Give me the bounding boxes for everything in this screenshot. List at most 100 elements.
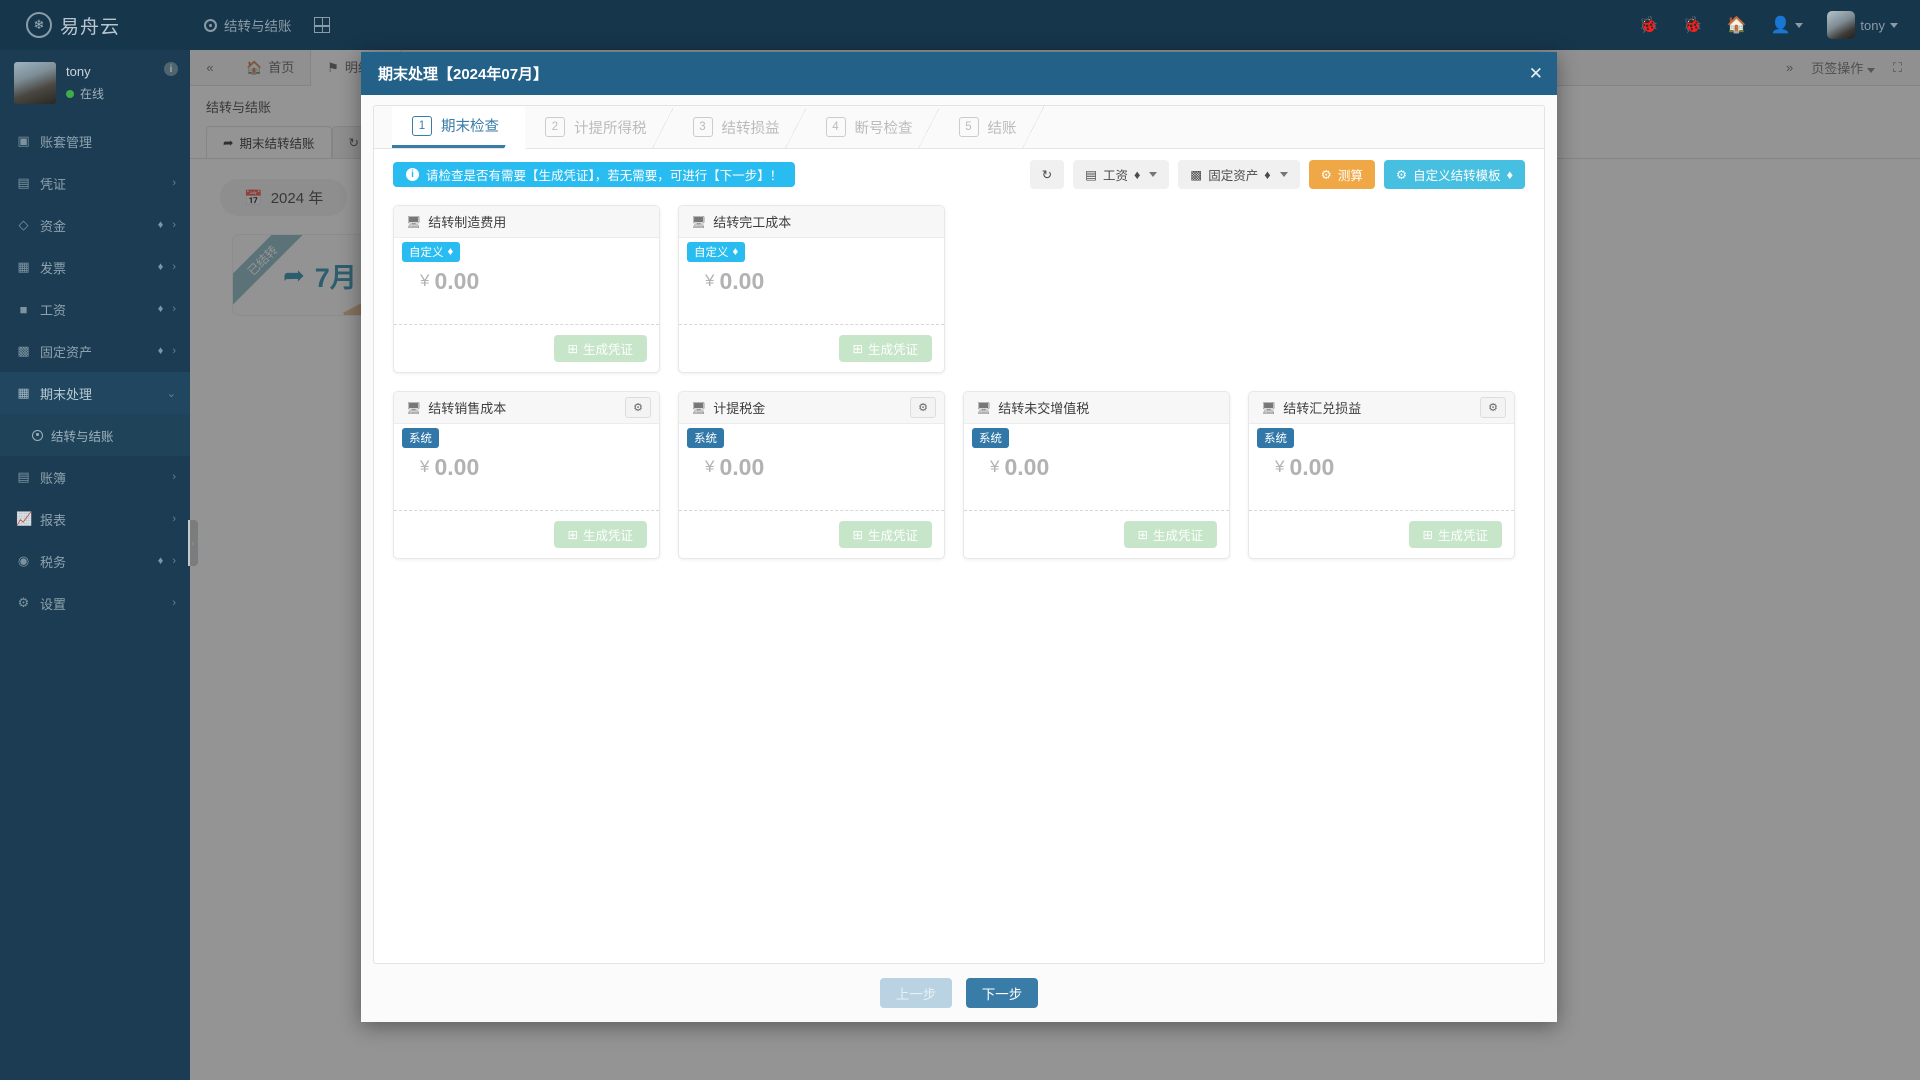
- wizard-step-5[interactable]: 5 结账: [938, 106, 1044, 149]
- card-title: 结转汇兑损益: [1283, 401, 1362, 416]
- payroll-button[interactable]: ▤ 工资 ♦: [1073, 160, 1170, 189]
- plus-square-icon: ⊞: [1137, 528, 1148, 542]
- wizard-step-4[interactable]: 4 断号检查: [805, 106, 940, 149]
- status-badge-label: 系统: [694, 433, 717, 445]
- sidebar-item-label: 账簿: [40, 470, 67, 486]
- sidebar-item-books[interactable]: ▤ 账簿 ›: [0, 456, 190, 498]
- plus-square-icon: ⊞: [852, 342, 863, 356]
- sidebar-item-reports[interactable]: 📈 报表 ›: [0, 498, 190, 540]
- close-icon[interactable]: ✕: [1529, 64, 1543, 84]
- gear-icon[interactable]: ⚙: [625, 397, 651, 418]
- generate-voucher-button[interactable]: ⊞ 生成凭证: [838, 521, 932, 548]
- gem-icon: ♦: [447, 246, 454, 258]
- card-unpaid-vat[interactable]: 🖥 结转未交增值税 系统 ¥ 0.00 ⊞ 生成凭证: [963, 391, 1230, 559]
- card-sales-cost[interactable]: 🖥 结转销售成本 ⚙ 系统 ¥ 0.00 ⊞ 生成凭证: [393, 391, 660, 559]
- top-tab-settlement[interactable]: 结转与结账: [204, 15, 292, 35]
- sidebar-item-funds[interactable]: ◇ 资金 ♦ ›: [0, 204, 190, 246]
- monitor-icon: 🖥: [691, 214, 707, 229]
- invoice-icon: ▦: [17, 259, 30, 274]
- card-title: 结转制造费用: [428, 215, 507, 230]
- gear-icon: ⚙: [17, 595, 30, 610]
- ledger-icon: ▤: [17, 469, 30, 484]
- chevron-right-icon: ›: [172, 513, 176, 525]
- info-icon[interactable]: i: [164, 62, 178, 76]
- refresh-button[interactable]: ↻: [1029, 160, 1065, 189]
- generate-voucher-button[interactable]: ⊞ 生成凭证: [1123, 521, 1217, 548]
- amount-value: 0.00: [719, 453, 765, 480]
- sidebar-item-settings[interactable]: ⚙ 设置 ›: [0, 582, 190, 624]
- sidebar-item-label: 资金: [40, 218, 67, 234]
- currency-symbol: ¥: [1275, 457, 1285, 476]
- next-step-button[interactable]: 下一步: [966, 978, 1038, 1008]
- grid-add-icon[interactable]: [313, 17, 330, 33]
- toolbar-buttons: ↻ ▤ 工资 ♦ ▩ 固定资产 ♦ ⚙ 测算 ⚙ 自定义结转模板 ♦: [1029, 160, 1525, 189]
- custom-template-button-label: 自定义结转模板: [1413, 169, 1501, 183]
- sidebar-item-account-sets[interactable]: ▣ 账套管理: [0, 120, 190, 162]
- card-finished-cost[interactable]: 🖥 结转完工成本 自定义 ♦ ¥ 0.00 ⊞ 生成凭证: [678, 205, 945, 373]
- bug-icon-2[interactable]: 🐞: [1683, 15, 1703, 35]
- card-footer: ⊞ 生成凭证: [394, 324, 659, 372]
- account-menu[interactable]: tony: [1827, 11, 1898, 39]
- monitor-icon: 🖥: [976, 400, 992, 415]
- asset-icon: ▩: [1190, 168, 1203, 182]
- generate-voucher-label: 生成凭证: [582, 529, 633, 543]
- sidebar-item-vouchers[interactable]: ▤ 凭证 ›: [0, 162, 190, 204]
- generate-voucher-button[interactable]: ⊞ 生成凭证: [553, 521, 647, 548]
- status-badge: 系统: [1257, 428, 1294, 448]
- currency-symbol: ¥: [705, 271, 715, 290]
- step-label: 断号检查: [854, 120, 913, 137]
- user-menu[interactable]: 👤: [1771, 15, 1804, 35]
- custom-template-button[interactable]: ⚙ 自定义结转模板 ♦: [1383, 160, 1525, 189]
- card-header: 🖥 结转销售成本 ⚙: [394, 392, 659, 424]
- sidebar-item-label: 工资: [40, 302, 67, 318]
- gear-icon[interactable]: ⚙: [910, 397, 936, 418]
- gear-icon[interactable]: ⚙: [1480, 397, 1506, 418]
- sidebar-item-period-end[interactable]: ▦ 期末处理 ⌄: [0, 372, 190, 414]
- gem-icon: ♦: [732, 246, 739, 258]
- card-footer: ⊞ 生成凭证: [679, 510, 944, 558]
- chevron-right-icon: ›: [172, 597, 176, 609]
- sidebar-item-settlement[interactable]: 结转与结账: [0, 414, 190, 456]
- calc-icon: ⚙: [1320, 168, 1332, 182]
- card-accrued-tax[interactable]: 🖥 计提税金 ⚙ 系统 ¥ 0.00 ⊞ 生成凭证: [678, 391, 945, 559]
- prev-step-button[interactable]: 上一步: [880, 978, 952, 1008]
- modal-header: 期末处理【2024年07月】 ✕: [361, 52, 1557, 95]
- asset-icon: ▩: [17, 343, 30, 358]
- generate-voucher-button[interactable]: ⊞ 生成凭证: [553, 335, 647, 362]
- sidebar-item-payroll[interactable]: ■ 工资 ♦ ›: [0, 288, 190, 330]
- wizard-step-2[interactable]: 2 计提所得税: [525, 106, 673, 149]
- sidebar-user-card[interactable]: tony 在线 i: [0, 50, 190, 120]
- step-number: 2: [545, 117, 565, 137]
- card-exchange-gain-loss[interactable]: 🖥 结转汇兑损益 ⚙ 系统 ¥ 0.00 ⊞ 生成凭证: [1248, 391, 1515, 559]
- amount-value: 0.00: [1289, 453, 1335, 480]
- sidebar-item-label: 固定资产: [40, 344, 93, 360]
- generate-voucher-button[interactable]: ⊞ 生成凭证: [1408, 521, 1502, 548]
- fixed-assets-button[interactable]: ▩ 固定资产 ♦: [1178, 160, 1300, 189]
- card-footer: ⊞ 生成凭证: [964, 510, 1229, 558]
- bug-icon[interactable]: 🐞: [1639, 15, 1659, 35]
- calculate-button-label: 测算: [1337, 169, 1363, 183]
- generate-voucher-button[interactable]: ⊞ 生成凭证: [838, 335, 932, 362]
- status-badge-label: 自定义: [409, 247, 444, 259]
- lotus-logo-icon: ❄: [26, 12, 52, 38]
- funds-icon: ◇: [18, 217, 29, 232]
- avatar: [1827, 11, 1856, 39]
- sidebar-item-invoices[interactable]: ▦ 发票 ♦ ›: [0, 246, 190, 288]
- wizard-step-3[interactable]: 3 结转损益: [672, 106, 807, 149]
- home-icon[interactable]: 🏠: [1727, 15, 1747, 35]
- sidebar-item-tax[interactable]: ◉ 税务 ♦ ›: [0, 540, 190, 582]
- avatar: [14, 62, 56, 104]
- sidebar-user-status: 在线: [66, 85, 154, 102]
- app-logo[interactable]: ❄ 易舟云: [0, 12, 190, 39]
- card-manufacturing-expense[interactable]: 🖥 结转制造费用 自定义 ♦ ¥ 0.00 ⊞ 生成凭证: [393, 205, 660, 373]
- wizard-step-1[interactable]: 1 期末检查: [392, 106, 526, 149]
- calculate-button[interactable]: ⚙ 测算: [1308, 160, 1375, 189]
- status-badge: 自定义 ♦: [687, 242, 746, 262]
- modal-toolbar: i 请检查是否有需要【生成凭证】，若无需要，可进行【下一步】！ ↻ ▤ 工资 ♦…: [374, 149, 1544, 189]
- amount-value: 0.00: [434, 267, 480, 294]
- sidebar-item-fixed-assets[interactable]: ▩ 固定资产 ♦ ›: [0, 330, 190, 372]
- payroll-button-label: 工资: [1103, 169, 1129, 183]
- payroll-icon: ▤: [1085, 168, 1098, 182]
- currency-symbol: ¥: [420, 271, 430, 290]
- step-number: 3: [692, 117, 713, 137]
